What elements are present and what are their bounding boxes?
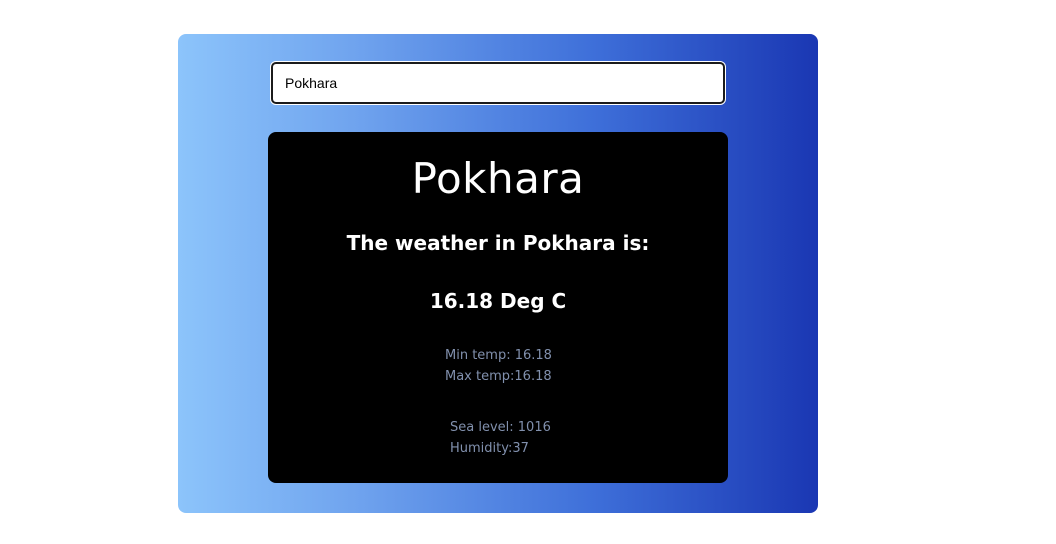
temperature-range: Min temp: 16.18 Max temp:16.18 [445,345,552,387]
humidity: Humidity:37 [450,441,529,456]
city-name: Pokhara [411,154,585,203]
weather-card: Pokhara The weather in Pokhara is: 16.18… [268,132,728,483]
weather-heading: The weather in Pokhara is: [346,231,650,255]
weather-app-panel: Pokhara The weather in Pokhara is: 16.18… [178,34,818,513]
max-temp: Max temp:16.18 [445,369,552,384]
min-temp: Min temp: 16.18 [445,348,552,363]
search-container [271,62,725,104]
city-search-input[interactable] [271,62,725,104]
current-temperature: 16.18 Deg C [429,289,567,313]
extra-details: Sea level: 1016 Humidity:37 [450,417,551,459]
sea-level: Sea level: 1016 [450,420,551,435]
